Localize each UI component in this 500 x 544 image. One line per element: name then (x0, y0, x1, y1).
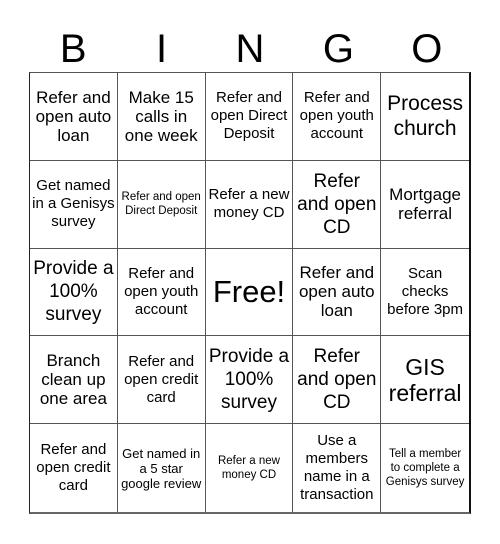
bingo-cell[interactable]: Refer and open CD (293, 336, 382, 425)
bingo-cell-text: Free! (212, 273, 286, 309)
header-letter-n: N (235, 27, 265, 71)
bingo-cell[interactable]: GIS referral (381, 336, 469, 425)
bingo-cell[interactable]: Refer and open Direct Deposit (205, 73, 294, 161)
bingo-cell[interactable]: Refer and open credit card (117, 336, 206, 425)
bingo-cell-text: Use a members name in a transaction (300, 432, 374, 504)
bingo-cell-text: Make 15 calls in one week (124, 87, 198, 145)
free-space-cell[interactable]: Free! (205, 248, 294, 337)
bingo-cell-text: Get named in a Genisys survey (32, 177, 115, 231)
bingo-cell[interactable]: Get named in a Genisys survey (30, 160, 118, 249)
bingo-cell-text: Refer and open youth account (124, 264, 199, 318)
bingo-cell[interactable]: Mortgage referral (381, 161, 469, 249)
bingo-cell-text: Refer a new money CD (208, 186, 290, 222)
bingo-cell[interactable]: Tell a member to complete a Genisys surv… (381, 424, 469, 512)
bingo-cell[interactable]: Refer a new money CD (206, 424, 294, 512)
bingo-cell-text: Refer and open youth account (299, 89, 374, 143)
bingo-cell[interactable]: Provide a 100% survey (30, 248, 118, 337)
bingo-cell-text: GIS referral (388, 353, 462, 406)
bingo-cell[interactable]: Branch clean up one area (30, 336, 118, 425)
bingo-cell-text: Refer and open CD (297, 170, 377, 238)
bingo-cell[interactable]: Refer and open youth account (117, 248, 206, 337)
bingo-cell[interactable]: Refer and open Direct Deposit (117, 160, 206, 249)
bingo-cell[interactable]: Refer and open credit card (30, 424, 118, 512)
bingo-cell-text: Get named in a 5 star google review (121, 445, 202, 491)
bingo-cell[interactable]: Scan checks before 3pm (381, 249, 469, 337)
bingo-cell-text: Refer a new money CD (217, 455, 280, 482)
bingo-card: Refer and open auto loan Make 15 calls in… (29, 72, 471, 514)
bingo-cell-text: Tell a member to complete a Genisys surv… (385, 448, 465, 489)
bingo-cell-text: Process church (387, 92, 464, 141)
bingo-cell-text: Refer and open auto loan (298, 263, 375, 321)
bingo-cell-text: Provide a 100% survey (208, 346, 290, 414)
header-letter-i: I (156, 27, 168, 71)
bingo-cell[interactable]: Use a members name in a transaction (293, 424, 382, 512)
bingo-cell[interactable]: Refer and open auto loan (30, 73, 118, 161)
bingo-cell-text: Refer and open CD (297, 346, 377, 414)
bingo-header: B I N G O (29, 26, 471, 72)
bingo-cell-text: Refer and open auto loan (35, 87, 112, 145)
bingo-cell[interactable]: Make 15 calls in one week (117, 73, 206, 161)
header-letter-o: O (411, 27, 443, 71)
bingo-cell[interactable]: Refer and open auto loan (293, 248, 382, 337)
bingo-cell[interactable]: Process church (381, 73, 469, 161)
header-letter-b: B (59, 27, 87, 71)
bingo-cell-text: Refer and open Direct Deposit (121, 191, 201, 218)
header-letter-g: G (322, 27, 354, 71)
bingo-cell[interactable]: Refer and open youth account (293, 73, 382, 161)
bingo-cell-text: Refer and open credit card (36, 441, 111, 495)
bingo-cell[interactable]: Get named in a 5 star google review (118, 424, 206, 512)
bingo-cell-text: Provide a 100% survey (33, 258, 114, 326)
bingo-cell-text: Branch clean up one area (39, 351, 107, 409)
bingo-cell[interactable]: Refer a new money CD (205, 160, 294, 249)
bingo-cell-text: Refer and open credit card (124, 352, 199, 406)
bingo-cell-text: Refer and open Direct Deposit (210, 89, 288, 143)
bingo-cell[interactable]: Refer and open CD (293, 160, 382, 249)
bingo-cell-text: Scan checks before 3pm (387, 264, 464, 318)
bingo-cell[interactable]: Provide a 100% survey (205, 336, 294, 425)
bingo-cell-text: Mortgage referral (389, 185, 461, 224)
